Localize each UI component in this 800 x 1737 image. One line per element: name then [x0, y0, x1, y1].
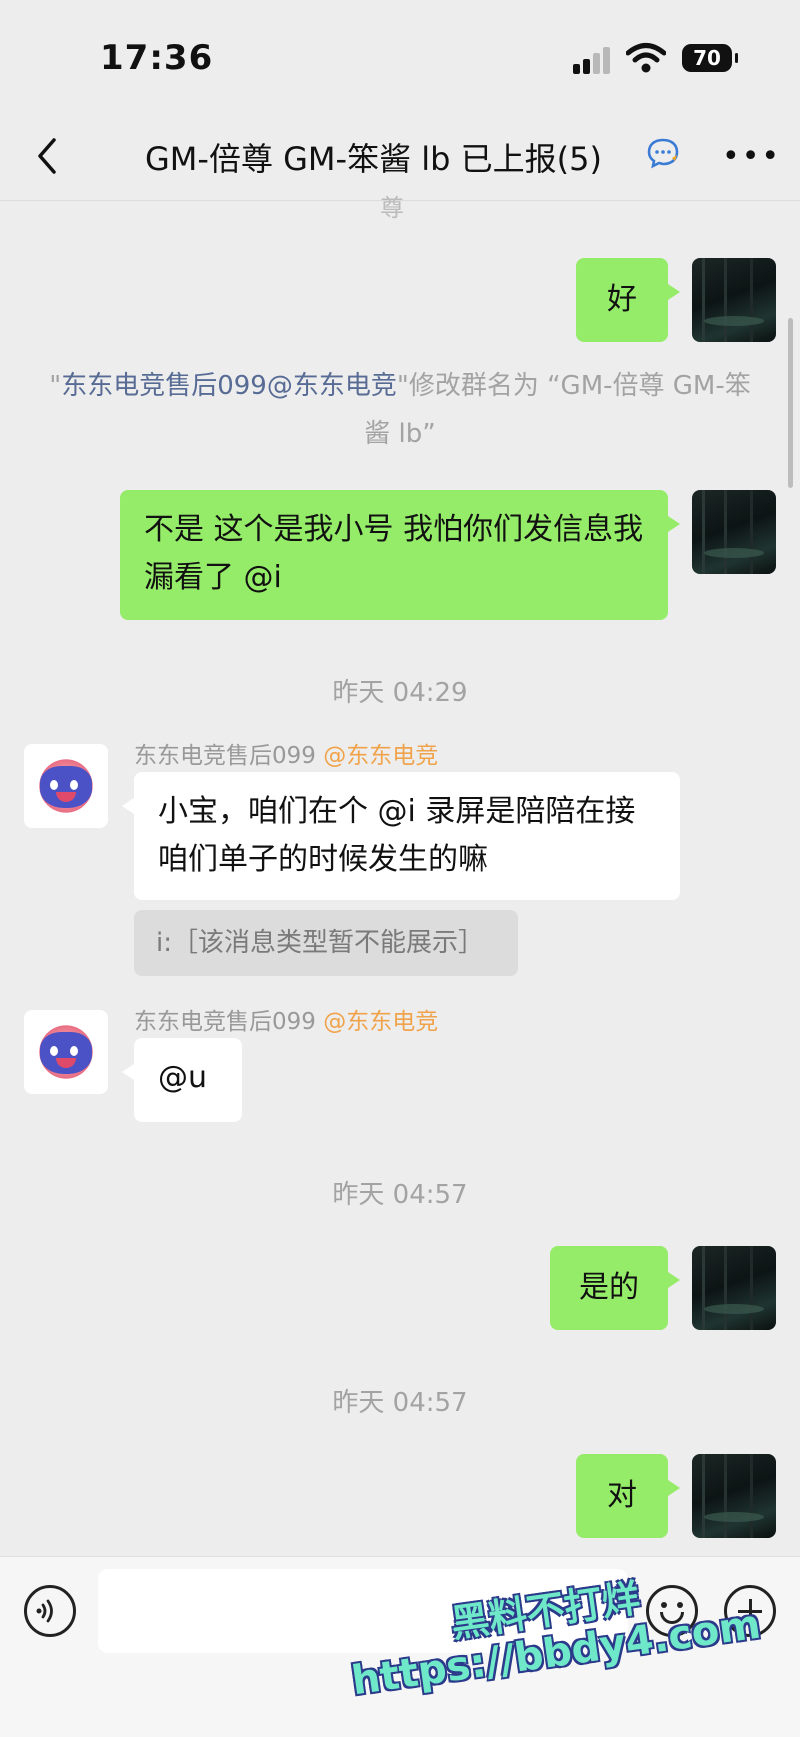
message-bubble-sent[interactable]: 对 [576, 1454, 680, 1538]
wifi-icon [626, 43, 666, 73]
message-text: @u [158, 1060, 208, 1095]
sender-avatar[interactable] [24, 1010, 108, 1094]
system-notice-text: "修改群名为 “GM-倍尊 GM-笨酱 lb” [364, 371, 751, 449]
sender-group-tag[interactable]: @东东电竞 [323, 1009, 438, 1035]
sender-group-tag[interactable]: @东东电竞 [323, 743, 438, 769]
status-bar: 17:36 70 [0, 0, 800, 110]
system-notice: "东东电竞售后099@东东电竞"修改群名为 “GM-倍尊 GM-笨酱 lb” [40, 362, 760, 458]
voice-input-icon[interactable] [24, 1585, 76, 1637]
clipped-message-text: 尊 [380, 194, 404, 222]
quoted-message[interactable]: i:［该消息类型暂不能展示］ [134, 910, 518, 976]
battery-indicator: 70 [682, 44, 738, 72]
clock: 17:36 [100, 38, 214, 78]
sender-name: 东东电竞售后099 @东东电竞 [134, 1002, 438, 1036]
message-text: 不是 这个是我小号 我怕你们发信息我漏看了 @i [144, 512, 644, 595]
message-timestamp: 昨天 04:29 [332, 678, 468, 708]
my-avatar[interactable] [692, 1454, 776, 1538]
message-text: 好 [607, 282, 637, 317]
message-bubble-sent[interactable]: 不是 这个是我小号 我怕你们发信息我漏看了 @i [120, 490, 680, 620]
sender-avatar[interactable] [24, 744, 108, 828]
message-bubble-sent[interactable]: 是的 [550, 1246, 680, 1330]
message-timestamp: 昨天 04:57 [332, 1180, 468, 1210]
group-chat-icon[interactable] [646, 136, 680, 170]
system-notice-username[interactable]: 东东电竞售后099@东东电竞 [61, 371, 397, 401]
message-bubble-sent[interactable]: 好 [576, 258, 680, 342]
my-avatar[interactable] [692, 490, 776, 574]
my-avatar[interactable] [692, 258, 776, 342]
my-avatar[interactable] [692, 1246, 776, 1330]
scrollbar[interactable] [788, 318, 793, 488]
sender-name: 东东电竞售后099 @东东电竞 [134, 736, 438, 770]
sender-name-text: 东东电竞售后099 [134, 1009, 316, 1035]
message-text: 对 [607, 1478, 637, 1513]
sender-name-text: 东东电竞售后099 [134, 743, 316, 769]
chat-title: GM-倍尊 GM-笨酱 lb 已上报(5) [145, 140, 602, 178]
cellular-signal-icon [573, 46, 613, 74]
system-notice-quote: " [49, 371, 62, 401]
message-bubble-received[interactable]: 小宝，咱们在个 @i 录屏是陪陪在接咱们单子的时候发生的嘛 [122, 772, 680, 900]
back-arrow-icon[interactable] [28, 134, 68, 178]
message-text: 是的 [579, 1270, 639, 1305]
message-timestamp: 昨天 04:57 [332, 1388, 468, 1418]
message-bubble-received[interactable]: @u [122, 1038, 242, 1122]
more-options-icon[interactable]: ••• [722, 142, 781, 172]
message-text: 小宝，咱们在个 @i 录屏是陪陪在接咱们单子的时候发生的嘛 [158, 794, 636, 877]
